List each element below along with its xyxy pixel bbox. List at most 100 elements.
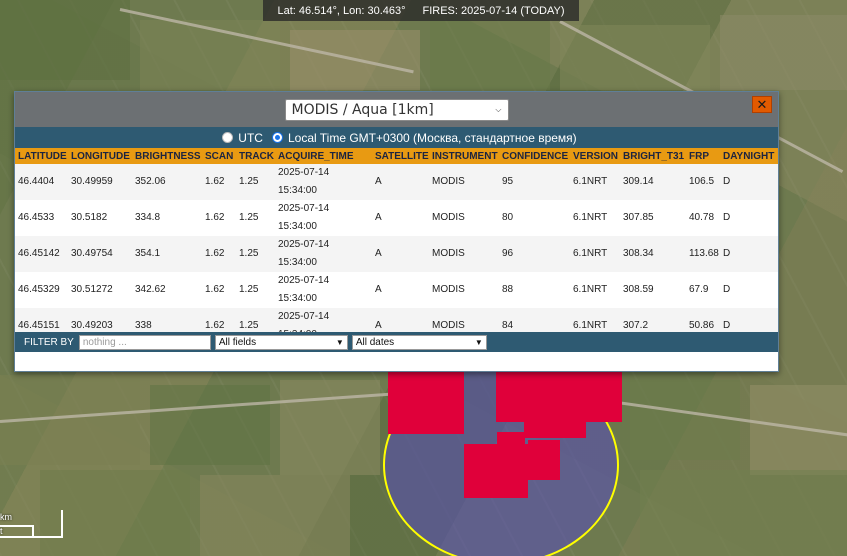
cell-version: 6.1NRT — [570, 308, 620, 332]
utc-radio[interactable] — [222, 132, 234, 143]
fire-table: LATITUDE LONGITUDE BRIGHTNESS SCAN TRACK ACQU… — [15, 148, 778, 332]
cell-brightness: 334.8 — [132, 200, 202, 236]
cell-confidence: 96 — [499, 236, 570, 272]
table-row[interactable]: 46.45329 30.51272 342.62 1.62 1.25 2025-07-14… — [15, 272, 778, 308]
column-header-brightness[interactable]: BRIGHTNESS — [132, 148, 202, 164]
table-row[interactable]: 46.4515130.492033381.621.252025-07-14 15:… — [15, 308, 778, 332]
fire-marker[interactable] — [464, 444, 528, 498]
cell-bright-t31: 307.2 — [620, 308, 686, 332]
cell-longitude: 30.49959 — [68, 164, 132, 200]
column-header-daynight[interactable]: DAYNIGHT — [720, 148, 778, 164]
column-header-longitude[interactable]: LONGITUDE — [68, 148, 132, 164]
cell-daynight: D — [720, 164, 778, 200]
cell-daynight: D — [720, 272, 778, 308]
table-row[interactable]: 46.4533 30.5182 334.8 1.62 1.25 2025-07-14 15:… — [15, 200, 778, 236]
fire-marker[interactable] — [388, 372, 464, 434]
acquire-clock: 15:34:00 — [278, 257, 317, 268]
fire-table-container[interactable]: LATITUDE LONGITUDE BRIGHTNESS SCAN TRACK ACQU… — [15, 148, 778, 332]
cell-track: 1.25 — [236, 200, 275, 236]
cell-confidence: 88 — [499, 272, 570, 308]
popup-header: MODIS / Aqua [1km] ⌵ ✕ — [15, 92, 778, 127]
cell-track: 1.25 — [236, 308, 275, 332]
cell-frp: 40.78 — [686, 200, 720, 236]
cell-daynight: D — [720, 200, 778, 236]
fire-marker[interactable] — [497, 432, 525, 452]
cell-scan: 1.62 — [202, 200, 236, 236]
fields-select-value: All fields — [218, 336, 257, 348]
cell-acquire-time: 2025-07-14 15:34:00 — [275, 236, 372, 272]
column-header-confidence[interactable]: CONFIDENCE — [499, 148, 570, 164]
column-header-acquire-time[interactable]: ACQUIRE_TIME — [275, 148, 372, 164]
cell-bright-t31: 308.59 — [620, 272, 686, 308]
dates-select[interactable]: All dates ▼ — [351, 334, 487, 350]
chevron-down-icon: ▼ — [335, 337, 344, 347]
cell-satellite: A — [372, 200, 429, 236]
fire-marker[interactable] — [528, 440, 560, 480]
cell-instrument: MODIS — [429, 236, 499, 272]
cell-daynight: D — [720, 308, 778, 332]
cell-frp: 67.9 — [686, 272, 720, 308]
cell-acquire-time: 2025-07-14 15:34:00 — [275, 272, 372, 308]
cell-daynight: D — [720, 236, 778, 272]
chevron-down-icon: ⌵ — [495, 104, 502, 114]
filter-input[interactable]: nothing ... — [78, 334, 211, 350]
time-mode-selector: UTC Local Time GMT+0300 (Москва, стандар… — [15, 127, 778, 148]
cursor-coordinates: Lat: 46.514°, Lon: 30.463° — [277, 4, 406, 17]
cell-confidence: 84 — [499, 308, 570, 332]
scale-label-km: km — [0, 512, 12, 522]
column-header-latitude[interactable]: LATITUDE — [15, 148, 68, 164]
cell-version: 6.1NRT — [570, 200, 620, 236]
fire-marker[interactable] — [524, 418, 586, 438]
acquire-clock: 15:34:00 — [278, 329, 317, 332]
acquire-date: 2025-07-14 — [278, 311, 330, 322]
cell-latitude: 46.45151 — [15, 308, 68, 332]
acquire-date: 2025-07-14 — [278, 167, 330, 178]
cell-brightness: 338 — [132, 308, 202, 332]
fields-select[interactable]: All fields ▼ — [214, 334, 348, 350]
cell-longitude: 30.51272 — [68, 272, 132, 308]
cell-scan: 1.62 — [202, 272, 236, 308]
cell-satellite: A — [372, 308, 429, 332]
map-status-bar: Lat: 46.514°, Lon: 30.463° FIRES: 2025-0… — [263, 0, 579, 21]
cell-confidence: 95 — [499, 164, 570, 200]
dates-select-value: All dates — [355, 336, 395, 348]
acquire-date: 2025-07-14 — [278, 239, 330, 250]
cell-instrument: MODIS — [429, 272, 499, 308]
table-row[interactable]: 46.4404 30.49959 352.06 1.62 1.25 2025-07-14 1… — [15, 164, 778, 200]
table-row[interactable]: 46.45142 30.49754 354.1 1.62 1.25 2025-07-14 1… — [15, 236, 778, 272]
acquire-clock: 15:34:00 — [278, 221, 317, 232]
filter-bar: FILTER BY nothing ... All fields ▼ All d… — [15, 332, 778, 352]
cell-frp: 106.5 — [686, 164, 720, 200]
local-time-radio[interactable] — [271, 132, 283, 143]
cell-satellite: A — [372, 236, 429, 272]
cell-latitude: 46.4404 — [15, 164, 68, 200]
cell-instrument: MODIS — [429, 308, 499, 332]
cell-acquire-time: 2025-07-14 15:34:00 — [275, 164, 372, 200]
column-header-scan[interactable]: SCAN — [202, 148, 236, 164]
cell-track: 1.25 — [236, 164, 275, 200]
cell-longitude: 30.49754 — [68, 236, 132, 272]
column-header-version[interactable]: VERSION — [570, 148, 620, 164]
column-header-instrument[interactable]: INSTRUMENT — [429, 148, 499, 164]
cell-track: 1.25 — [236, 236, 275, 272]
column-header-satellite[interactable]: SATELLITE — [372, 148, 429, 164]
cell-acquire-time: 2025-07-14 15:34:00 — [275, 200, 372, 236]
cell-brightness: 352.06 — [132, 164, 202, 200]
cell-scan: 1.62 — [202, 236, 236, 272]
scale-label-secondary: t — [0, 526, 3, 536]
layer-select[interactable]: MODIS / Aqua [1km] ⌵ — [284, 98, 509, 121]
cell-satellite: A — [372, 272, 429, 308]
cell-brightness: 342.62 — [132, 272, 202, 308]
column-header-track[interactable]: TRACK — [236, 148, 275, 164]
fire-marker[interactable] — [496, 372, 622, 422]
column-header-frp[interactable]: FRP — [686, 148, 720, 164]
map-scale: km t — [0, 510, 63, 538]
cell-bright-t31: 307.85 — [620, 200, 686, 236]
fires-date-label: FIRES: 2025-07-14 (TODAY) — [422, 4, 565, 17]
close-button[interactable]: ✕ — [752, 96, 772, 113]
cell-brightness: 354.1 — [132, 236, 202, 272]
cell-latitude: 46.45142 — [15, 236, 68, 272]
cell-version: 6.1NRT — [570, 236, 620, 272]
column-header-bright-t31[interactable]: BRIGHT_T31 — [620, 148, 686, 164]
cell-longitude: 30.5182 — [68, 200, 132, 236]
